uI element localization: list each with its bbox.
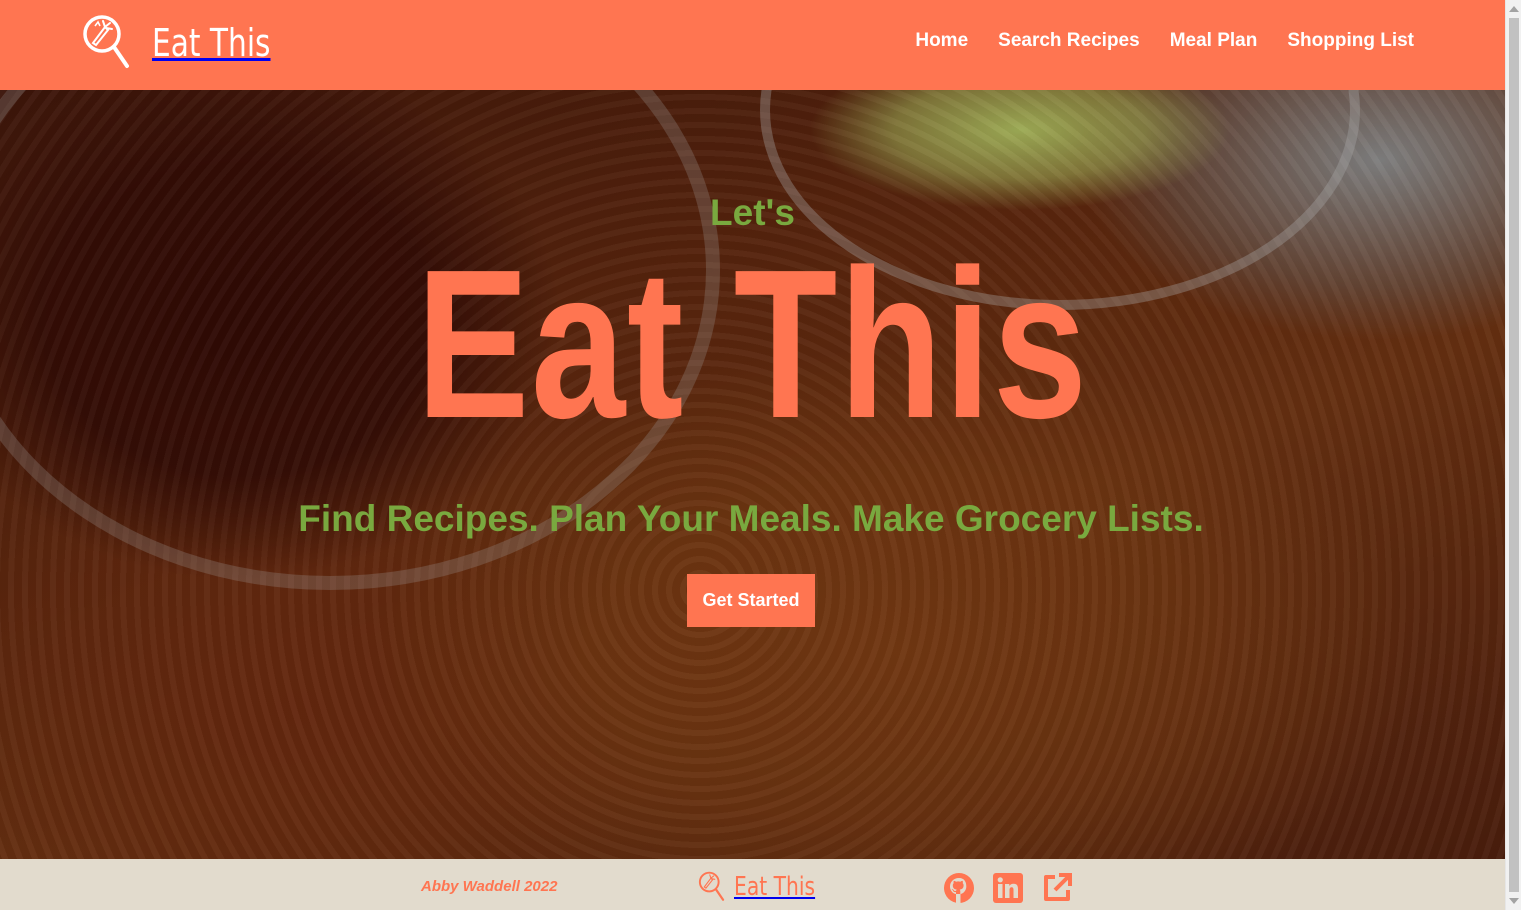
- social-links: [943, 872, 1073, 904]
- github-link[interactable]: [943, 872, 975, 904]
- linkedin-icon: [993, 873, 1023, 903]
- brand-name: Eat This: [152, 21, 271, 65]
- brand-link[interactable]: Eat This: [82, 14, 304, 72]
- magnifier-carrot-logo-icon: [698, 871, 725, 901]
- hero-title: Eat This: [416, 225, 1089, 462]
- magnifier-carrot-logo-icon: [83, 15, 129, 68]
- linkedin-link[interactable]: [992, 872, 1024, 904]
- nav-search-recipes[interactable]: Search Recipes: [998, 30, 1140, 52]
- page-scrollbar[interactable]: [1505, 0, 1521, 910]
- footer-brand-name: Eat This: [734, 872, 816, 902]
- github-icon: [944, 873, 974, 903]
- nav-home[interactable]: Home: [915, 30, 968, 52]
- scroll-down-arrow-icon[interactable]: [1509, 898, 1519, 904]
- scroll-thumb[interactable]: [1509, 18, 1519, 892]
- footer-credit: Abby Waddell 2022: [421, 878, 558, 895]
- external-link[interactable]: [1041, 872, 1073, 904]
- external-link-icon: [1044, 873, 1072, 901]
- get-started-button[interactable]: Get Started: [687, 574, 815, 627]
- site-footer: Abby Waddell 2022 Eat This: [0, 859, 1505, 910]
- main-nav: Home Search Recipes Meal Plan Shopping L…: [915, 30, 1414, 52]
- site-header: Eat This Home Search Recipes Meal Plan S…: [0, 0, 1505, 90]
- hero-tagline: Find Recipes. Plan Your Meals. Make Groc…: [298, 498, 1204, 539]
- nav-meal-plan[interactable]: Meal Plan: [1170, 30, 1258, 52]
- scroll-up-arrow-icon[interactable]: [1509, 6, 1519, 12]
- hero-section: Let's Eat This Find Recipes. Plan Your M…: [0, 90, 1505, 859]
- footer-brand-link[interactable]: Eat This: [698, 871, 838, 903]
- nav-shopping-list[interactable]: Shopping List: [1287, 30, 1414, 52]
